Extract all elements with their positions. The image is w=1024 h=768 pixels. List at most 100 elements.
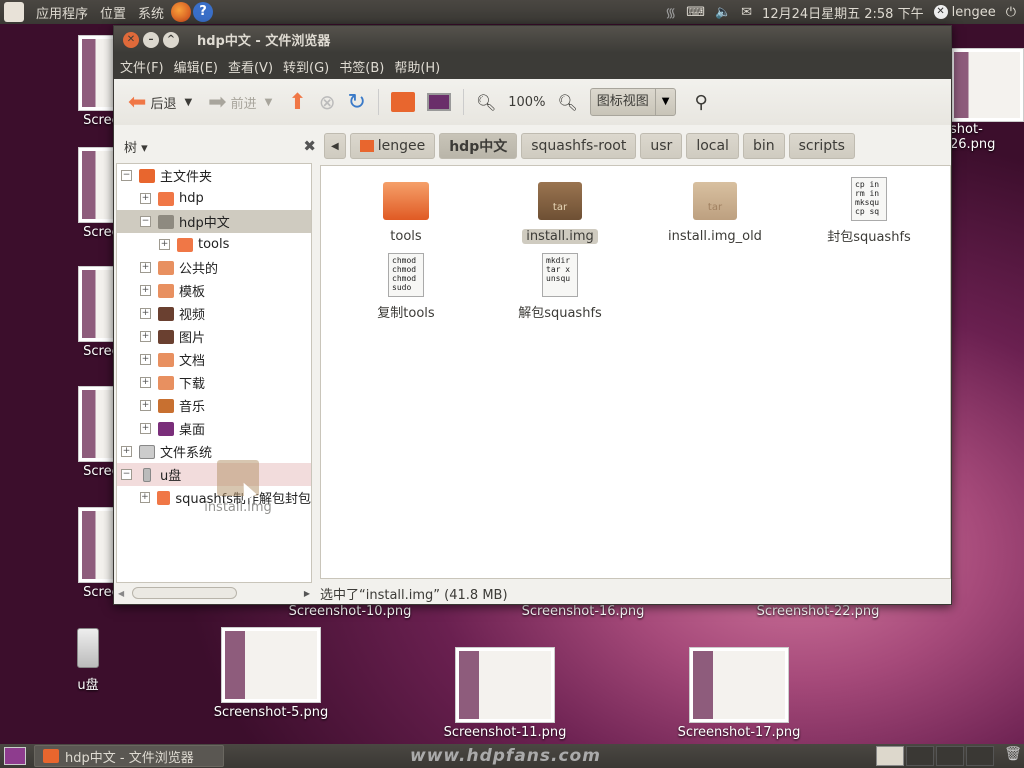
breadcrumb-lengee[interactable]: lengee <box>349 133 436 159</box>
usb-drive-icon <box>77 628 99 668</box>
tree-item-desktop[interactable]: + 桌面 <box>117 417 311 440</box>
breadcrumb-squashfs-root[interactable]: squashfs-root <box>521 133 637 159</box>
zoom-level[interactable]: 100% <box>504 86 549 118</box>
user-status-icon[interactable]: ✕ <box>933 5 948 19</box>
reload-icon[interactable]: ↻ <box>344 86 370 118</box>
file-item-pack-squashfs[interactable]: cp in rm in mksqu cp sq 封包squashfs <box>794 177 944 245</box>
zoom-out-icon[interactable]: 🔍︎ <box>472 86 500 118</box>
applications-menu[interactable]: 应用程序 <box>30 3 94 22</box>
title-bar[interactable]: ✕ – ^ hdp中文 - 文件浏览器 <box>114 26 951 53</box>
indicator-area: ᯾ ⌨ 🔈 ✉ 12月24日星期五 2:58 下午 ✕ lengee ⏻ <box>665 0 1024 24</box>
maximize-icon[interactable]: ^ <box>163 31 179 48</box>
clock[interactable]: 12月24日星期五 2:58 下午 <box>762 3 924 22</box>
menu-go[interactable]: 转到(G) <box>279 57 333 76</box>
close-sidebar-icon[interactable]: ✖ <box>303 137 316 155</box>
forward-button[interactable]: ➡ 前进 <box>204 86 260 118</box>
tree-item-downloads[interactable]: + 下载 <box>117 371 311 394</box>
zoom-in-icon[interactable]: 🔍︎ <box>553 86 581 118</box>
window-title: hdp中文 - 文件浏览器 <box>197 34 331 49</box>
ubuntu-logo-icon[interactable] <box>4 2 24 22</box>
sidebar-hscrollbar[interactable]: ◀ ▶ <box>118 586 310 600</box>
tree-item-public[interactable]: + 公共的 <box>117 256 311 279</box>
menu-edit[interactable]: 编辑(E) <box>170 57 222 76</box>
home-icon[interactable] <box>387 86 419 118</box>
file-item-install-img[interactable]: tar install.img <box>485 182 635 244</box>
top-panel: 应用程序 位置 系统 ? ᯾ ⌨ 🔈 ✉ 12月24日星期五 2:58 下午 ✕… <box>0 0 1024 24</box>
scrollbar-thumb[interactable] <box>132 587 238 599</box>
forward-arrow-icon: ➡ <box>208 89 227 115</box>
workspace-1[interactable] <box>876 746 904 766</box>
minimize-icon[interactable]: – <box>143 31 159 48</box>
menu-view[interactable]: 查看(V) <box>224 57 277 76</box>
breadcrumb-bin[interactable]: bin <box>742 133 785 159</box>
sidebar-mode-select[interactable]: 树 ▾ <box>124 137 148 156</box>
file-browser-icon <box>43 749 59 763</box>
tree-item-home[interactable]: − 主文件夹 <box>117 164 311 187</box>
tree-item-tools[interactable]: + tools <box>117 233 311 256</box>
breadcrumb-local[interactable]: local <box>686 133 739 159</box>
back-history-dropdown-icon[interactable]: ▼ <box>184 97 192 108</box>
file-item-tools[interactable]: tools <box>331 182 481 244</box>
tree-item-hdp-cn[interactable]: − hdp中文 <box>117 210 311 233</box>
breadcrumb-scripts[interactable]: scripts <box>788 133 855 159</box>
system-menu[interactable]: 系统 <box>132 3 170 22</box>
toolbar: ⬅ 后退 ▼ ➡ 前进 ▼ ⬆ ⊗ ↻ 🔍︎ 100% 🔍︎ 图标视图 ▼ ⚲ <box>114 79 951 125</box>
breadcrumb-hdp[interactable]: hdp中文 <box>439 133 518 159</box>
keyboard-icon[interactable]: ⌨ <box>686 5 705 20</box>
tree-item-videos[interactable]: + 视频 <box>117 302 311 325</box>
tree-item-music[interactable]: + 音乐 <box>117 394 311 417</box>
tree-item-templates[interactable]: + 模板 <box>117 279 311 302</box>
computer-icon[interactable] <box>423 86 455 118</box>
menu-bookmarks[interactable]: 书签(B) <box>335 57 388 76</box>
power-icon[interactable]: ⏻ <box>1006 5 1016 20</box>
script-file-icon: chmod chmod chmod sudo <box>388 253 424 297</box>
close-icon[interactable]: ✕ <box>123 31 139 48</box>
trash-icon[interactable]: 🗑 <box>1002 746 1024 766</box>
back-button[interactable]: ⬅ 后退 <box>124 86 180 118</box>
back-arrow-icon: ⬅ <box>128 89 147 115</box>
file-item-unpack-squashfs[interactable]: mkdir tar x unsqu 解包squashfs <box>485 253 635 321</box>
workspace-3[interactable] <box>936 746 964 766</box>
tree-item-pictures[interactable]: + 图片 <box>117 325 311 348</box>
taskbar-item[interactable]: hdp中文 - 文件浏览器 <box>34 745 224 767</box>
tree-item-hdp[interactable]: + hdp <box>117 187 311 210</box>
folder-icon <box>383 182 429 220</box>
file-item-copy-tools[interactable]: chmod chmod chmod sudo 复制tools <box>331 253 481 321</box>
view-mode-select[interactable]: 图标视图 ▼ <box>589 88 677 116</box>
status-bar: 选中了“install.img” (41.8 MB) <box>320 587 508 603</box>
desktop-file-icon[interactable]: Screenshot-11.png <box>440 647 570 740</box>
breadcrumb-scroll-left[interactable]: ◀ <box>324 133 346 159</box>
file-item-install-img-old[interactable]: tar install.img_old <box>640 182 790 244</box>
chevron-down-icon: ▼ <box>654 89 676 115</box>
forward-history-dropdown-icon[interactable]: ▼ <box>265 97 273 108</box>
menu-file[interactable]: 文件(F) <box>116 57 168 76</box>
up-icon[interactable]: ⬆ <box>284 86 310 118</box>
desktop-file-label[interactable]: Screenshot-10.png <box>285 604 415 619</box>
desktop-file-label[interactable]: Screenshot-22.png <box>753 604 883 619</box>
firefox-icon[interactable] <box>171 2 192 22</box>
desktop-file-label[interactable]: Screenshot-16.png <box>518 604 648 619</box>
tree-item-documents[interactable]: + 文档 <box>117 348 311 371</box>
stop-icon[interactable]: ⊗ <box>315 86 340 118</box>
workspace-4[interactable] <box>966 746 994 766</box>
places-menu[interactable]: 位置 <box>94 3 132 22</box>
desktop-file-icon[interactable]: Screenshot-5.png <box>206 627 336 720</box>
workspace-2[interactable] <box>906 746 934 766</box>
user-name[interactable]: lengee <box>952 5 996 20</box>
workspace-switcher[interactable]: 🗑 <box>876 746 1024 766</box>
desktop-file-icon[interactable]: Screenshot-17.png <box>674 647 804 740</box>
sidebar-tree: − 主文件夹 + hdp − hdp中文 + tools + 公共的 + 模板 + 视频 + 图… <box>116 163 312 583</box>
script-file-icon: mkdir tar x unsqu <box>542 253 578 297</box>
wifi-icon[interactable]: ᯾ <box>665 3 676 21</box>
home-icon <box>359 140 374 152</box>
show-desktop-icon[interactable] <box>4 747 26 765</box>
desktop-file-icon[interactable]: shot-26.png <box>950 48 1024 152</box>
location-bar: 树 ▾ ✖ ◀ lengee hdp中文 squashfs-root usr l… <box>114 125 951 167</box>
breadcrumb-usr[interactable]: usr <box>640 133 683 159</box>
usb-drive-desktop-icon[interactable]: u盘 <box>58 628 118 693</box>
script-file-icon: cp in rm in mksqu cp sq <box>851 177 887 221</box>
volume-icon[interactable]: 🔈 <box>715 5 731 20</box>
search-icon[interactable]: ⚲ <box>690 86 711 118</box>
menu-help[interactable]: 帮助(H) <box>390 57 444 76</box>
mail-icon[interactable]: ✉ <box>741 5 752 20</box>
